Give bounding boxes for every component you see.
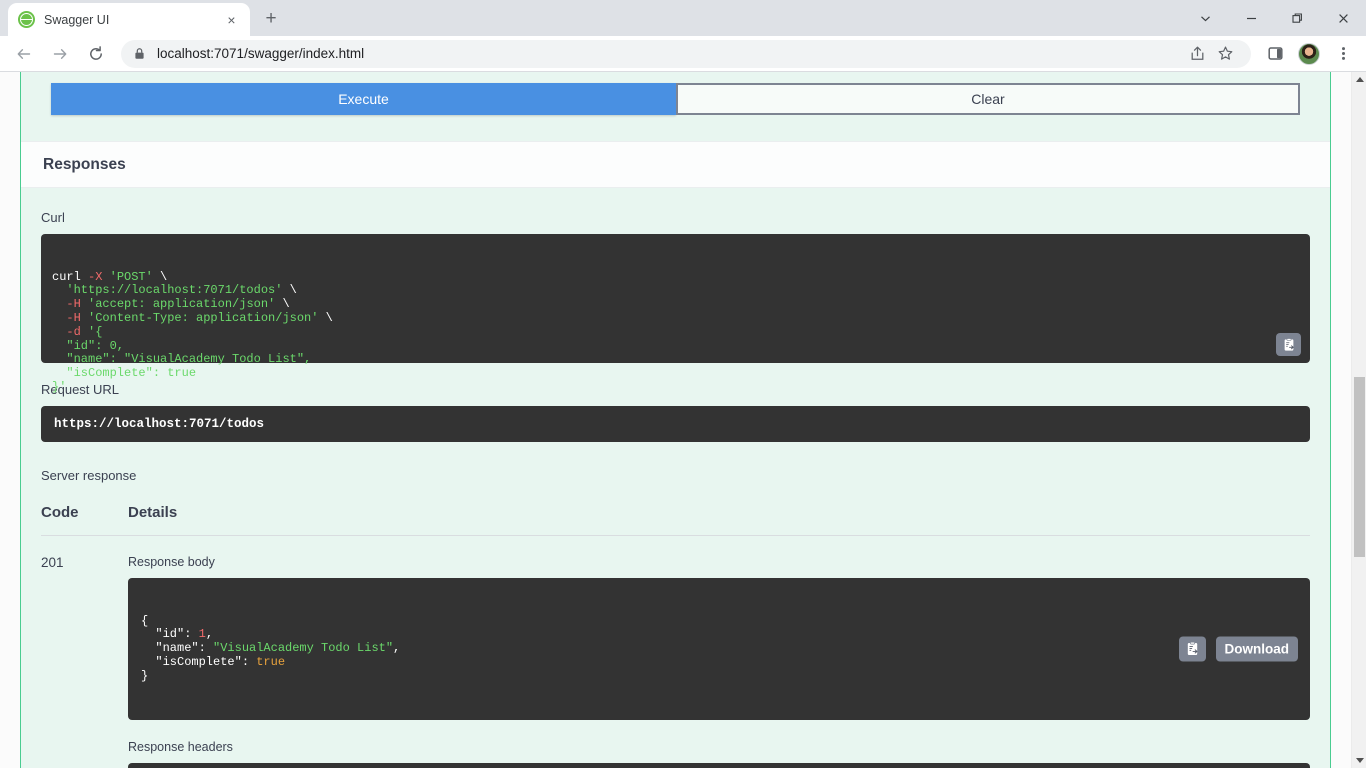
swagger-icon [18, 11, 35, 28]
restore-icon[interactable] [1274, 0, 1320, 36]
close-icon[interactable] [1320, 0, 1366, 36]
tab-strip: Swagger UI × + [0, 0, 1366, 36]
column-header-code: Code [41, 504, 128, 536]
download-button[interactable]: Download [1216, 637, 1299, 662]
tab-title: Swagger UI [44, 13, 223, 27]
new-tab-button[interactable]: + [257, 5, 285, 33]
clear-button[interactable]: Clear [676, 83, 1300, 115]
response-headers-code-block: content-type: application/json; charset=… [128, 763, 1310, 768]
window-controls [1182, 0, 1366, 36]
execute-button[interactable]: Execute [51, 83, 676, 115]
table-header-row: Code Details [41, 504, 1310, 536]
response-body-label: Response body [128, 555, 1310, 569]
page-viewport: Execute Clear Responses Curl curl -X 'PO… [0, 72, 1366, 768]
column-header-details: Details [128, 504, 1310, 536]
copy-to-clipboard-icon[interactable] [1179, 637, 1206, 662]
side-panel-icon[interactable] [1260, 39, 1290, 69]
profile-avatar[interactable] [1298, 43, 1320, 65]
server-response-label: Server response [41, 468, 1310, 483]
curl-code-block: curl -X 'POST' \ 'https://localhost:7071… [41, 234, 1310, 363]
response-headers-label: Response headers [128, 740, 1310, 754]
execute-clear-row: Execute Clear [21, 72, 1330, 115]
response-body-code-block: { "id": 1, "name": "VisualAcademy Todo L… [128, 578, 1310, 720]
table-row: 201 Response body { "id": 1, "name": "Vi… [41, 536, 1310, 768]
browser-toolbar: localhost:7071/swagger/index.html [0, 36, 1366, 72]
vertical-scrollbar[interactable] [1351, 72, 1366, 768]
reload-button[interactable] [81, 39, 111, 69]
responses-heading: Responses [43, 156, 1308, 174]
response-details-cell: Response body { "id": 1, "name": "Visual… [128, 536, 1310, 768]
chevron-down-icon[interactable] [1182, 0, 1228, 36]
swagger-page: Execute Clear Responses Curl curl -X 'PO… [0, 72, 1351, 768]
scrollbar-thumb[interactable] [1354, 377, 1365, 557]
swagger-operation-block: Execute Clear Responses Curl curl -X 'PO… [20, 72, 1331, 768]
responses-content: Curl curl -X 'POST' \ 'https://localhost… [21, 188, 1330, 768]
address-bar[interactable]: localhost:7071/swagger/index.html [121, 40, 1251, 68]
share-icon[interactable] [1183, 45, 1211, 62]
response-table: Code Details 201 Response body [41, 504, 1310, 768]
close-icon[interactable]: × [223, 11, 240, 28]
curl-label: Curl [41, 210, 1310, 225]
browser-window: Swagger UI × + [0, 0, 1366, 768]
lock-icon [133, 47, 146, 60]
browser-tab-swagger-ui[interactable]: Swagger UI × [8, 3, 250, 36]
back-button[interactable] [9, 39, 39, 69]
forward-button[interactable] [45, 39, 75, 69]
scroll-up-arrow-icon[interactable] [1352, 72, 1366, 87]
curl-code-text: curl -X 'POST' \ 'https://localhost:7071… [52, 271, 1299, 395]
more-menu-icon[interactable] [1328, 39, 1358, 69]
response-body-text: { "id": 1, "name": "VisualAcademy Todo L… [141, 615, 1297, 684]
bookmark-star-icon[interactable] [1211, 45, 1239, 62]
copy-to-clipboard-icon[interactable] [1276, 333, 1301, 356]
responses-heading-band: Responses [21, 141, 1330, 188]
minimize-icon[interactable] [1228, 0, 1274, 36]
response-code: 201 [41, 536, 128, 768]
response-body-actions: Download [1179, 637, 1299, 662]
url-text: localhost:7071/swagger/index.html [157, 46, 364, 61]
omnibox-actions [1183, 45, 1239, 62]
response-body-wrapper: { "id": 1, "name": "VisualAcademy Todo L… [128, 578, 1310, 720]
scroll-down-arrow-icon[interactable] [1352, 753, 1366, 768]
server-response-section: Server response Code Details 201 [41, 468, 1310, 768]
